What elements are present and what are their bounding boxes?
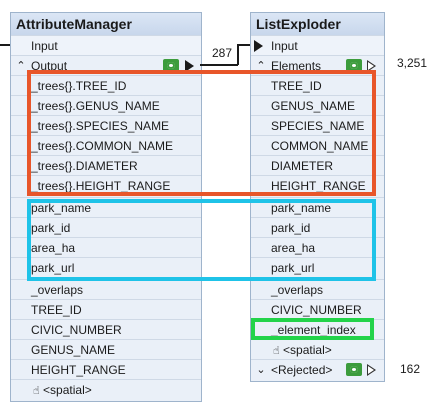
attribute-manager-title[interactable]: AttributeManager [11,13,201,36]
element-index-highlight-box [251,318,374,340]
list-exploder-title[interactable]: ListExploder [251,13,384,36]
list-exploder-input-port[interactable]: Input [251,35,384,55]
play-icon[interactable] [367,364,376,376]
attribute-manager-input-port[interactable]: Input [11,35,201,55]
attribute-row: CIVIC_NUMBER [11,319,201,339]
attribute-row: CIVIC_NUMBER [251,299,384,319]
rejected-count: 162 [400,362,421,376]
spatial-row: ☝ <spatial> [251,339,384,359]
chevron-up-icon[interactable]: ⌃ [15,56,27,76]
elements-count: 3,251 [397,56,428,70]
connection-line [200,64,238,66]
connection-count: 287 [212,46,233,60]
spatial-icon: ☝ [33,385,40,397]
chevron-down-icon[interactable]: ⌄ [255,360,267,380]
list-exploder-rejected-port[interactable]: ⌄ <Rejected> [251,359,384,379]
eye-icon[interactable] [346,363,362,376]
input-port-label: Input [271,39,298,53]
trees-attributes-highlight-box [27,70,376,196]
input-port-play-icon[interactable] [254,40,263,52]
attribute-row: GENUS_NAME [11,339,201,359]
input-port-label: Input [31,39,58,53]
attribute-row: TREE_ID [11,299,201,319]
attribute-row: HEIGHT_RANGE [11,359,201,379]
spatial-icon: ☝ [273,345,280,357]
spatial-row: ☝ <spatial> [11,379,201,399]
attribute-row: _overlaps [11,279,201,299]
rejected-port-label: <Rejected> [271,363,333,377]
attribute-row: _overlaps [251,279,384,299]
park-attributes-highlight-box [27,199,376,281]
connection-line [237,44,239,65]
